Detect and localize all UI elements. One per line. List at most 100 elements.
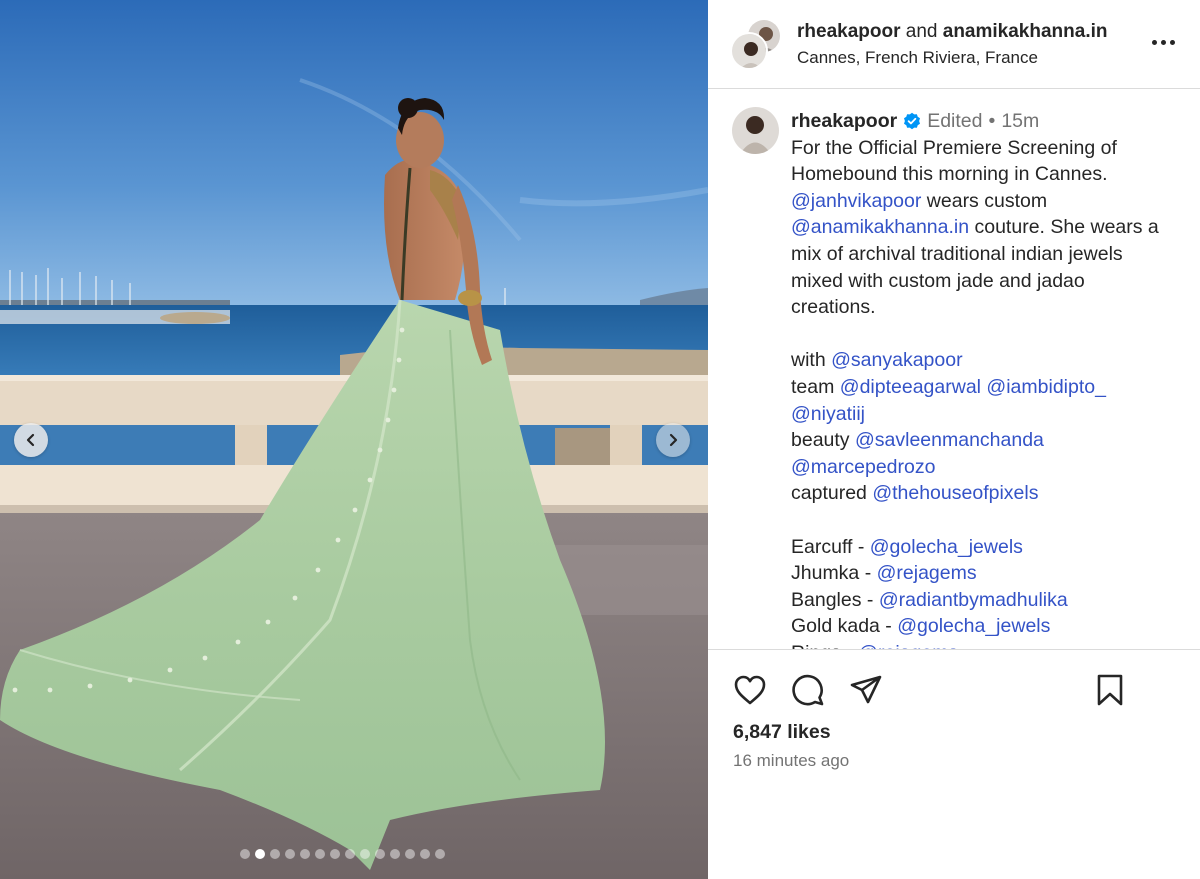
caption-line: Earcuff - @golecha_jewels xyxy=(791,534,1181,561)
caption-text: rheakapoor Edited • 15m For the Official… xyxy=(791,108,1181,649)
caption-text-segment: beauty xyxy=(791,429,855,452)
carousel-dot xyxy=(390,849,400,859)
carousel-dot xyxy=(420,849,430,859)
mention-link[interactable]: @iambidipto_ xyxy=(986,376,1106,398)
carousel-next-button[interactable] xyxy=(656,423,690,457)
like-button[interactable] xyxy=(732,672,768,708)
caption-text-segment: mixed with custom jade and jadao xyxy=(791,269,1085,292)
post-timestamp: 16 minutes ago xyxy=(733,751,850,770)
edited-label: Edited xyxy=(927,110,983,132)
caption-line: creations. xyxy=(791,294,1181,321)
mention-link[interactable]: @marcepedrozo xyxy=(791,456,935,478)
carousel-dot xyxy=(435,849,445,859)
likes-count[interactable]: 6,847 likes xyxy=(733,721,831,744)
mention-link[interactable]: @niyatiij xyxy=(791,403,865,425)
post-media[interactable] xyxy=(0,0,708,879)
caption-text-segment: with xyxy=(791,349,832,372)
mention-link[interactable]: @radiantbymadhulika xyxy=(879,589,1068,611)
carousel-dot xyxy=(405,849,415,859)
comment-button[interactable] xyxy=(790,672,826,708)
caption-text-segment: Homebound this morning in Cannes. xyxy=(791,163,1108,186)
carousel-dot xyxy=(345,849,355,859)
meta-separator: • xyxy=(988,110,996,132)
caption-text-segment: captured xyxy=(791,482,873,505)
carousel-dot xyxy=(240,849,250,859)
mention-link[interactable]: @rejagems xyxy=(877,562,977,584)
caption-text-segment: mix of archival traditional indian jewel… xyxy=(791,242,1123,265)
post-header: rheakapoor and anamikakhanna.in Cannes, … xyxy=(708,0,1200,89)
post-actions: 6,847 likes 16 minutes ago xyxy=(708,649,1200,879)
comment-icon xyxy=(792,674,824,706)
caption-line: team @dipteeagarwal @iambidipto_ xyxy=(791,374,1181,401)
caption-text-segment: wears custom xyxy=(921,189,1048,212)
author-link[interactable]: anamikakhanna.in xyxy=(943,21,1108,42)
caption-line: @janhvikapoor wears custom xyxy=(791,188,1181,215)
more-dots-icon xyxy=(1151,39,1157,45)
carousel-dot xyxy=(300,849,310,859)
caption-username[interactable]: rheakapoor xyxy=(791,108,897,135)
caption-area[interactable]: rheakapoor Edited • 15m For the Official… xyxy=(708,89,1200,649)
carousel-dot xyxy=(315,849,325,859)
caption-line: with @sanyakapoor xyxy=(791,347,1181,374)
carousel-dot xyxy=(330,849,340,859)
mention-link[interactable]: @anamikakhanna.in xyxy=(791,216,969,238)
caption-text-segment: Earcuff - xyxy=(791,535,870,558)
heart-icon xyxy=(734,675,766,705)
carousel-prev-button[interactable] xyxy=(14,423,48,457)
location-link[interactable]: Cannes, French Riviera, France xyxy=(797,48,1038,68)
caption-line: mixed with custom jade and jadao xyxy=(791,268,1181,295)
caption-header: rheakapoor Edited • 15m xyxy=(791,108,1181,135)
mention-link[interactable]: @thehouseofpixels xyxy=(872,482,1038,504)
author-link[interactable]: rheakapoor xyxy=(797,21,900,42)
mention-link[interactable]: @rejagems xyxy=(858,642,958,649)
caption-text-segment: For the Official Premiere Screening of xyxy=(791,136,1117,159)
avatar[interactable] xyxy=(730,32,768,70)
caption-line: @anamikakhanna.in couture. She wears a xyxy=(791,214,1181,241)
caption-line: For the Official Premiere Screening of xyxy=(791,135,1181,162)
carousel-indicator xyxy=(240,849,445,859)
caption-line: @marcepedrozo xyxy=(791,454,1181,481)
caption-line: Bangles - @radiantbymadhulika xyxy=(791,587,1181,614)
bookmark-icon xyxy=(1097,674,1123,706)
caption-line: Homebound this morning in Cannes. xyxy=(791,161,1181,188)
authors-joiner: and xyxy=(905,21,938,42)
caption-line: Gold kada - @golecha_jewels xyxy=(791,613,1181,640)
mention-link[interactable]: @sanyakapoor xyxy=(831,349,962,371)
caption-line: @niyatiij xyxy=(791,401,1181,428)
verified-badge-icon xyxy=(903,112,921,130)
caption-line: Rings - @rejagems xyxy=(791,640,1181,649)
mention-link[interactable]: @golecha_jewels xyxy=(897,615,1050,637)
carousel-dot xyxy=(285,849,295,859)
send-icon xyxy=(850,675,882,704)
mention-link[interactable]: @dipteeagarwal xyxy=(840,376,981,398)
caption-text-segment: creations. xyxy=(791,296,876,319)
collab-avatars[interactable] xyxy=(730,18,782,70)
caption-line: captured @thehouseofpixels xyxy=(791,480,1181,507)
caption-line: beauty @savleenmanchanda xyxy=(791,427,1181,454)
avatar[interactable] xyxy=(732,107,779,154)
caption-line: mix of archival traditional indian jewel… xyxy=(791,241,1181,268)
carousel-dot xyxy=(270,849,280,859)
post-authors: rheakapoor and anamikakhanna.in xyxy=(797,21,1107,43)
mention-link[interactable]: @janhvikapoor xyxy=(791,190,921,212)
caption-text-segment: team xyxy=(791,375,840,398)
mention-link[interactable]: @savleenmanchanda xyxy=(855,429,1044,451)
caption-line: Jhumka - @rejagems xyxy=(791,560,1181,587)
caption-text-segment: Gold kada - xyxy=(791,615,898,638)
caption-text-segment: Rings - xyxy=(791,642,858,649)
caption-text-segment: couture. She wears a xyxy=(969,216,1159,239)
caption-time[interactable]: 15m xyxy=(1001,108,1039,135)
post-sidebar: rheakapoor and anamikakhanna.in Cannes, … xyxy=(708,0,1200,879)
chevron-right-icon xyxy=(669,433,678,447)
carousel-dot xyxy=(375,849,385,859)
caption-text-segment: Jhumka - xyxy=(791,562,877,585)
post-photo xyxy=(0,0,708,879)
chevron-left-icon xyxy=(26,433,35,447)
caption-body: For the Official Premiere Screening of Ho… xyxy=(791,135,1181,649)
more-options-button[interactable] xyxy=(1148,32,1178,52)
mention-link[interactable]: @golecha_jewels xyxy=(870,536,1023,558)
save-button[interactable] xyxy=(1092,672,1128,708)
share-button[interactable] xyxy=(848,672,884,708)
